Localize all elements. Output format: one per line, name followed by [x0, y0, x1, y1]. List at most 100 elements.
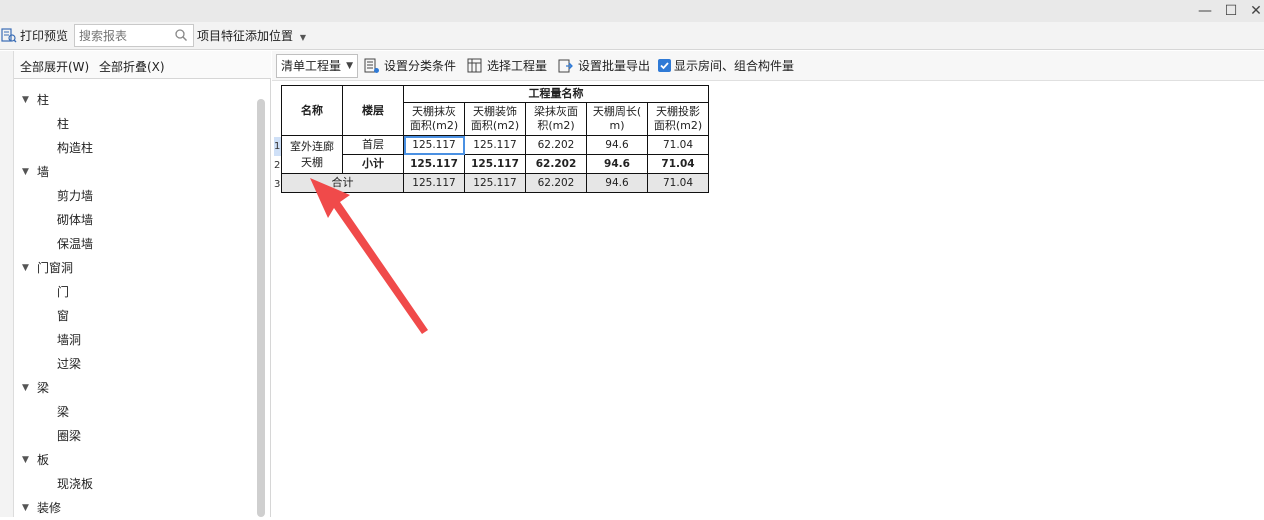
- tree-item-label: 板: [37, 453, 50, 467]
- tree-item-label: 砌体墙: [57, 213, 94, 227]
- header-quantity: 天棚抹灰 面积(m2): [403, 102, 465, 136]
- cell-floor[interactable]: 首层: [342, 135, 404, 155]
- tree-item-label: 构造柱: [57, 141, 94, 155]
- report-toolbar: 清单工程量 ▼ 设置分类条件 选择工程量 设置批量导出 显示房间、组合构件量: [272, 51, 1264, 81]
- tree-item[interactable]: 墙洞: [14, 328, 254, 352]
- cell-value[interactable]: 94.6: [586, 154, 648, 174]
- header-quantity: 天棚装饰 面积(m2): [464, 102, 526, 136]
- tree-group[interactable]: ▼ 板: [14, 448, 254, 472]
- tree-item-label: 圈梁: [57, 429, 82, 443]
- tree-item[interactable]: 保温墙: [14, 232, 254, 256]
- tree-item[interactable]: 梁: [14, 400, 254, 424]
- feature-position-dropdown[interactable]: 项目特征添加位置 ▼: [197, 22, 306, 50]
- report-search-box: [74, 24, 194, 47]
- category-settings-icon: [364, 58, 379, 73]
- caret-down-icon[interactable]: ▼: [22, 160, 29, 184]
- tree-item-label: 现浇板: [57, 477, 94, 491]
- feature-position-label: 项目特征添加位置: [197, 29, 294, 43]
- cell-value[interactable]: 71.04: [647, 173, 709, 193]
- cell-value[interactable]: 125.117: [464, 154, 526, 174]
- tree-item-label: 门: [57, 285, 70, 299]
- expand-all-button[interactable]: 全部展开(W): [20, 58, 89, 75]
- tree-item[interactable]: 过梁: [14, 352, 254, 376]
- tree-item[interactable]: 柱: [14, 112, 254, 136]
- chevron-down-icon: ▼: [346, 61, 353, 71]
- maximize-icon[interactable]: ☐: [1222, 2, 1240, 20]
- quantity-type-value: 清单工程量: [281, 59, 342, 73]
- tree-item[interactable]: 现浇板: [14, 472, 254, 496]
- caret-down-icon[interactable]: ▼: [22, 256, 29, 280]
- tree-group[interactable]: ▼ 装修: [14, 496, 254, 520]
- caret-down-icon[interactable]: ▼: [22, 376, 29, 400]
- cell-value[interactable]: 71.04: [647, 135, 709, 155]
- tree-item-label: 柱: [37, 93, 50, 107]
- tree-item-label: 柱: [57, 117, 70, 131]
- caret-down-icon[interactable]: ▼: [22, 88, 29, 112]
- minimize-icon[interactable]: —: [1196, 2, 1214, 20]
- select-quantity-icon: [467, 58, 482, 73]
- annotation-arrow: [310, 178, 428, 334]
- cell-value[interactable]: 71.04: [647, 154, 709, 174]
- tree-item[interactable]: 圈梁: [14, 424, 254, 448]
- cell-value[interactable]: 125.117: [403, 135, 465, 155]
- tree-header: 全部展开(W) 全部折叠(X): [14, 51, 271, 79]
- set-category-button[interactable]: 设置分类条件: [384, 51, 456, 81]
- header-quantity-group: 工程量名称: [403, 85, 709, 103]
- header-name: 名称: [281, 85, 343, 136]
- caret-down-icon[interactable]: ▼: [22, 496, 29, 520]
- print-preview-icon: [1, 28, 17, 43]
- tree-group[interactable]: ▼ 墙: [14, 160, 254, 184]
- tree-item[interactable]: 砌体墙: [14, 208, 254, 232]
- tree-item-label: 保温墙: [57, 237, 94, 251]
- close-icon[interactable]: ✕: [1247, 2, 1264, 20]
- report-tree: ▼ 柱柱构造柱 ▼ 墙剪力墙 砌体墙 保温墙 ▼ 门窗洞门窗墙洞 过梁 ▼ 梁梁圈梁 ▼ 板现浇板 ▼ 装修: [14, 88, 254, 520]
- tree-item-label: 墙洞: [57, 333, 82, 347]
- tree-item-label: 墙: [37, 165, 50, 179]
- tree-item-label: 剪力墙: [57, 189, 94, 203]
- row-number-gutter: 1 2 3: [274, 137, 282, 194]
- caret-down-icon[interactable]: ▼: [22, 448, 29, 472]
- cell-value[interactable]: 62.202: [525, 135, 587, 155]
- cell-value[interactable]: 94.6: [586, 173, 648, 193]
- search-icon[interactable]: [174, 28, 188, 42]
- tree-item-label: 梁: [57, 405, 70, 419]
- checkmark-icon: [660, 62, 669, 70]
- show-rooms-label: 显示房间、组合构件量: [674, 59, 795, 73]
- tree-item-label: 过梁: [57, 357, 82, 371]
- tree-group[interactable]: ▼ 门窗洞: [14, 256, 254, 280]
- tree-item[interactable]: 构造柱: [14, 136, 254, 160]
- tree-item[interactable]: 剪力墙: [14, 184, 254, 208]
- cell-value[interactable]: 125.117: [464, 135, 526, 155]
- header-floor: 楼层: [342, 85, 404, 136]
- select-quantity-button[interactable]: 选择工程量: [487, 51, 547, 81]
- chevron-down-icon: ▼: [299, 33, 306, 42]
- cell-value[interactable]: 94.6: [586, 135, 648, 155]
- table-row: 室外连廊 天棚 首层 125.117 125.117 62.202 94.6 71…: [281, 135, 709, 174]
- window-titlebar: — ☐ ✕: [0, 0, 1264, 22]
- report-search-input[interactable]: [75, 25, 171, 46]
- header-quantity: 天棚周长(m): [586, 102, 648, 136]
- show-rooms-checkbox[interactable]: [658, 59, 671, 72]
- header-quantity: 梁抹灰面 积(m2): [525, 102, 587, 136]
- cell-name[interactable]: 室外连廊 天棚: [281, 135, 343, 174]
- tree-item-label: 窗: [57, 309, 70, 323]
- batch-export-icon: [558, 59, 573, 73]
- header-quantity: 天棚投影 面积(m2): [647, 102, 709, 136]
- cell-value[interactable]: 125.117: [464, 173, 526, 193]
- left-gutter: [0, 51, 14, 517]
- batch-export-button[interactable]: 设置批量导出: [578, 51, 650, 81]
- cell-value[interactable]: 62.202: [525, 173, 587, 193]
- tree-item-label: 门窗洞: [37, 261, 74, 275]
- tree-item[interactable]: 窗: [14, 304, 254, 328]
- tree-group[interactable]: ▼ 梁: [14, 376, 254, 400]
- cell-value[interactable]: 62.202: [525, 154, 587, 174]
- print-preview-button[interactable]: 打印预览: [20, 22, 68, 50]
- report-tree-panel: 全部展开(W) 全部折叠(X) ▼ 柱柱构造柱 ▼ 墙剪力墙 砌体墙 保温墙 ▼ 门窗洞门窗墙…: [0, 51, 271, 517]
- tree-item[interactable]: 门: [14, 280, 254, 304]
- tree-group[interactable]: ▼ 柱: [14, 88, 254, 112]
- collapse-all-button[interactable]: 全部折叠(X): [99, 58, 165, 75]
- tree-item-label: 装修: [37, 501, 62, 515]
- tree-scrollbar[interactable]: [257, 99, 265, 517]
- quantity-type-select[interactable]: 清单工程量 ▼: [276, 54, 358, 78]
- tree-item-label: 梁: [37, 381, 50, 395]
